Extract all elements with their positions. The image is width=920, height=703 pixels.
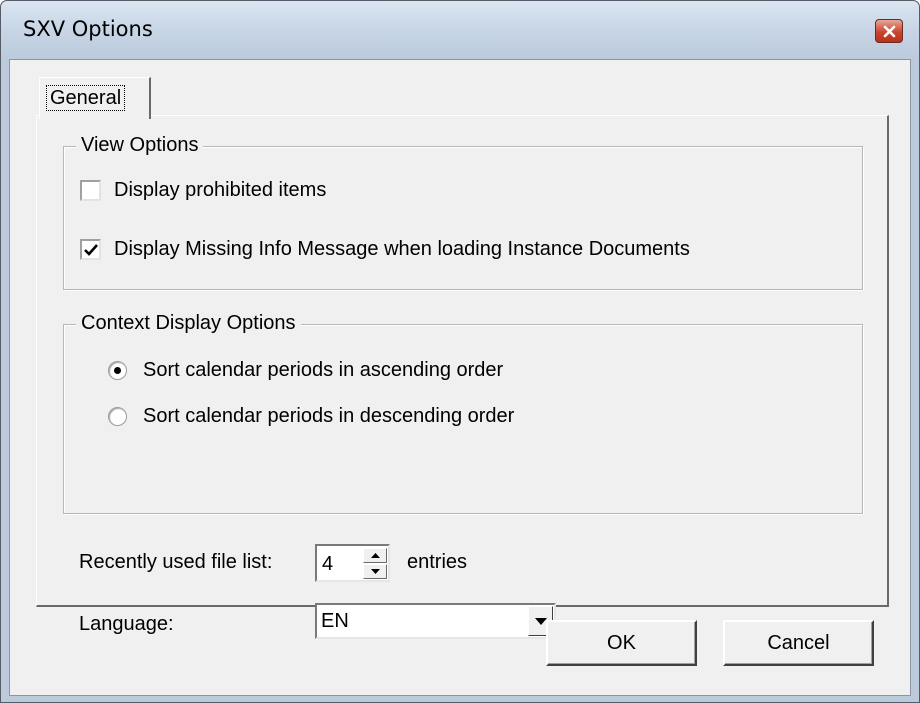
- cancel-button[interactable]: Cancel: [723, 620, 874, 666]
- context-display-options-group: Context Display Options Sort calendar pe…: [63, 311, 863, 514]
- recent-files-label: Recently used file list:: [79, 551, 273, 573]
- dialog-client-area: General View Options Display prohibited …: [9, 59, 911, 696]
- spinner-buttons: [363, 548, 387, 579]
- sort-descending-radio[interactable]: [108, 407, 127, 426]
- display-prohibited-items-label[interactable]: Display prohibited items: [114, 178, 326, 202]
- general-tab-panel: View Options Display prohibited items Di…: [36, 115, 889, 639]
- ok-button[interactable]: OK: [546, 620, 697, 666]
- arrow-down-icon: [371, 569, 380, 574]
- language-label: Language:: [79, 613, 174, 635]
- view-options-group: View Options Display prohibited items Di…: [63, 133, 863, 290]
- sort-descending-label[interactable]: Sort calendar periods in descending orde…: [143, 404, 514, 428]
- view-options-title: View Options: [76, 133, 204, 157]
- tab-general[interactable]: General: [39, 77, 151, 119]
- arrow-up-icon: [371, 553, 380, 558]
- window-title: SXV Options: [23, 17, 153, 41]
- sort-ascending-label[interactable]: Sort calendar periods in ascending order: [143, 358, 503, 382]
- title-bar[interactable]: SXV Options: [1, 1, 919, 59]
- tab-general-label: General: [46, 85, 126, 111]
- close-button[interactable]: [875, 19, 903, 43]
- radio-selected-dot: [114, 367, 121, 374]
- display-missing-info-checkbox[interactable]: [80, 239, 101, 260]
- recent-files-spinner[interactable]: 4: [315, 544, 390, 582]
- checkmark-icon: [84, 244, 98, 256]
- language-dropdown[interactable]: EN: [315, 603, 556, 639]
- spinner-up-button[interactable]: [363, 548, 387, 563]
- recent-files-suffix: entries: [407, 551, 468, 573]
- context-display-options-title: Context Display Options: [76, 311, 301, 335]
- close-icon: [883, 25, 896, 38]
- options-dialog: SXV Options General View Options Display…: [0, 0, 920, 703]
- display-prohibited-items-checkbox[interactable]: [80, 180, 101, 201]
- spinner-down-button[interactable]: [363, 564, 387, 579]
- display-missing-info-label[interactable]: Display Missing Info Message when loadin…: [114, 237, 690, 261]
- recent-files-value[interactable]: 4: [322, 553, 333, 575]
- sort-ascending-radio[interactable]: [108, 361, 127, 380]
- language-value: EN: [321, 610, 349, 632]
